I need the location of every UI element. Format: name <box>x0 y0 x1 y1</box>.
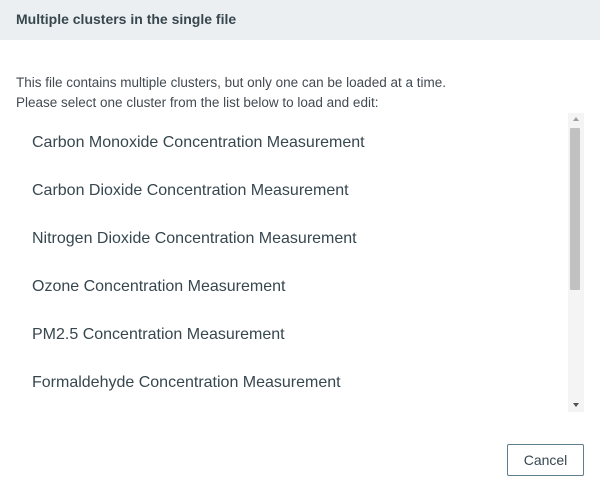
dialog-message: This file contains multiple clusters, bu… <box>16 73 576 113</box>
cluster-list: Carbon Monoxide Concentration Measuremen… <box>16 119 566 407</box>
message-line-2: Please select one cluster from the list … <box>16 95 379 110</box>
scrollbar-thumb[interactable] <box>570 128 580 290</box>
cluster-item[interactable]: Formaldehyde Concentration Measurement <box>16 359 566 407</box>
dialog-title: Multiple clusters in the single file <box>16 11 237 27</box>
list-scrollbar[interactable] <box>568 113 584 412</box>
dialog-header: Multiple clusters in the single file <box>0 0 600 40</box>
cluster-item[interactable]: PM2.5 Concentration Measurement <box>16 311 566 359</box>
chevron-down-icon[interactable] <box>568 398 584 412</box>
cluster-select-dialog: Multiple clusters in the single file Thi… <box>0 0 600 492</box>
cluster-item[interactable]: Nitrogen Dioxide Concentration Measureme… <box>16 215 566 263</box>
cluster-item[interactable]: Carbon Dioxide Concentration Measurement <box>16 167 566 215</box>
cluster-item[interactable]: Ozone Concentration Measurement <box>16 263 566 311</box>
message-line-1: This file contains multiple clusters, bu… <box>16 75 446 90</box>
cluster-item[interactable]: Carbon Monoxide Concentration Measuremen… <box>16 119 566 167</box>
cluster-list-box[interactable]: Carbon Monoxide Concentration Measuremen… <box>16 113 584 412</box>
cancel-button[interactable]: Cancel <box>507 444 584 476</box>
chevron-up-icon[interactable] <box>568 113 584 127</box>
